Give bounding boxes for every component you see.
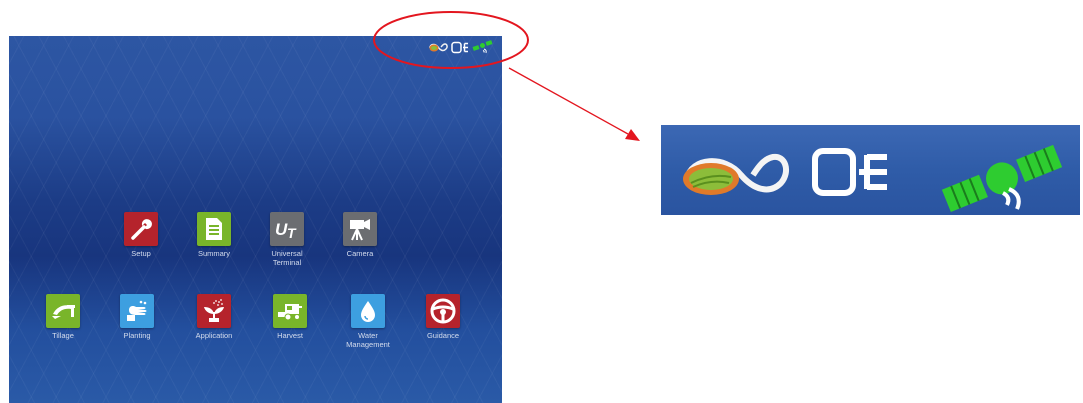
app-label: Summary bbox=[197, 249, 231, 258]
seed-hand-icon bbox=[120, 294, 154, 328]
app-label: Tillage bbox=[52, 331, 74, 340]
app-guidance[interactable]: Guidance bbox=[408, 294, 478, 340]
plant-spray-icon bbox=[197, 294, 231, 328]
app-setup[interactable]: Setup bbox=[106, 212, 176, 258]
app-summary[interactable]: Summary bbox=[179, 212, 249, 258]
app-label: Harvest bbox=[277, 331, 303, 340]
app-label: Setup bbox=[131, 249, 151, 258]
app-label: Application bbox=[195, 331, 233, 340]
app-planting[interactable]: Planting bbox=[102, 294, 172, 340]
app-water-management[interactable]: Water Management bbox=[333, 294, 403, 349]
app-label: Planting bbox=[123, 331, 151, 340]
app-application[interactable]: Application bbox=[179, 294, 249, 340]
can-bus-icon bbox=[812, 148, 887, 196]
document-icon bbox=[197, 212, 231, 246]
app-harvest[interactable]: Harvest bbox=[255, 294, 325, 340]
wrench-icon bbox=[124, 212, 158, 246]
app-camera[interactable]: Camera bbox=[325, 212, 395, 258]
app-universal-terminal[interactable]: U T Universal Terminal bbox=[252, 212, 322, 267]
app-label: Water Management bbox=[346, 331, 390, 349]
svg-text:T: T bbox=[287, 225, 297, 240]
app-tillage[interactable]: Tillage bbox=[28, 294, 98, 340]
display-screen: Setup Summary U T Universal Terminal Cam… bbox=[9, 36, 502, 403]
gps-satellite-icon bbox=[941, 144, 1063, 213]
zoomed-status-panel bbox=[661, 125, 1080, 215]
callout-ellipse bbox=[373, 11, 529, 69]
plow-icon bbox=[46, 294, 80, 328]
ut-icon: U T bbox=[270, 212, 304, 246]
combine-icon bbox=[273, 294, 307, 328]
infinity-icon bbox=[683, 153, 790, 195]
steering-wheel-icon bbox=[426, 294, 460, 328]
app-label: Camera bbox=[346, 249, 374, 258]
app-label: Universal Terminal bbox=[271, 249, 303, 267]
camera-icon bbox=[343, 212, 377, 246]
app-label: Guidance bbox=[426, 331, 460, 340]
water-drop-icon bbox=[351, 294, 385, 328]
